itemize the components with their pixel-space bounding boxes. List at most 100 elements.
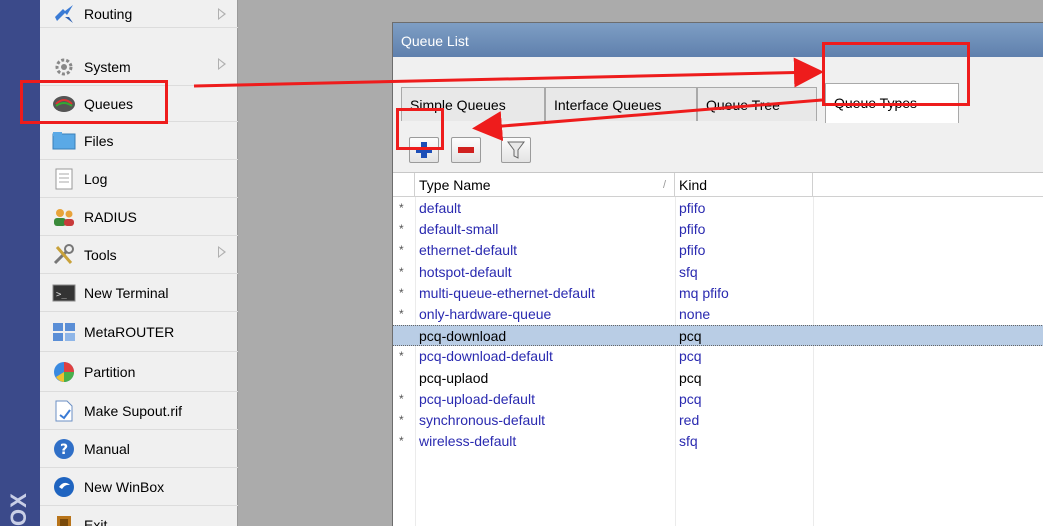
sidebar-item-label: New WinBox: [84, 478, 165, 495]
table-row[interactable]: * default pfifo: [393, 198, 1043, 219]
winbox-icon: [52, 475, 76, 499]
sidebar-item-label: Tools: [84, 246, 117, 263]
remove-button[interactable]: [451, 137, 481, 163]
sidebar-item-label: Routing: [84, 5, 133, 22]
column-header-type-name[interactable]: Type Name /: [415, 173, 675, 197]
exit-icon: [52, 513, 76, 526]
kind-cell: pcq: [679, 369, 702, 386]
help-icon: ?: [52, 437, 76, 461]
default-marker: *: [399, 264, 404, 279]
kind-cell: sfq: [679, 263, 698, 280]
table-row[interactable]: pcq-uplaod pcq: [393, 368, 1043, 389]
terminal-icon: >_: [52, 281, 76, 305]
table-row[interactable]: * synchronous-default red: [393, 410, 1043, 431]
table-row[interactable]: * pcq-upload-default pcq: [393, 389, 1043, 410]
default-marker: *: [399, 201, 404, 215]
default-marker: *: [399, 413, 404, 427]
type-name-cell: multi-queue-ethernet-default: [419, 284, 595, 301]
default-marker: *: [399, 434, 404, 449]
kind-cell: sfq: [679, 433, 698, 450]
default-marker: *: [399, 222, 404, 237]
default-marker: *: [399, 243, 404, 258]
sidebar-item-make-supout[interactable]: Make Supout.rif: [40, 392, 238, 430]
kind-cell: none: [679, 306, 711, 322]
type-name-cell: ethernet-default: [419, 242, 518, 259]
kind-cell: pfifo: [679, 200, 706, 216]
type-name-cell: pcq-download-default: [419, 348, 553, 365]
sidebar-item-label: Exit: [84, 516, 108, 526]
type-name-cell: only-hardware-queue: [419, 306, 552, 322]
kind-cell: pcq: [679, 390, 702, 407]
sidebar-item-log[interactable]: Log: [40, 160, 238, 198]
submenu-arrow-icon: [218, 246, 226, 258]
sidebar-item-label: Make Supout.rif: [84, 402, 183, 419]
highlight-box-queues: [20, 80, 168, 124]
default-marker: *: [399, 391, 404, 406]
sidebar-item-label: New Terminal: [84, 284, 169, 301]
table-header: Type Name / Kind: [393, 173, 1043, 197]
kind-cell: pcq: [679, 328, 702, 345]
file-icon: [52, 399, 76, 423]
sidebar-item-label: RADIUS: [84, 208, 137, 225]
submenu-arrow-icon: [218, 8, 226, 20]
sidebar-item-label: System: [84, 58, 131, 75]
kind-cell: pfifo: [679, 221, 706, 238]
column-header-empty: [813, 173, 1043, 197]
type-name-cell: synchronous-default: [419, 412, 546, 428]
sidebar-item-routing[interactable]: Routing: [40, 0, 238, 28]
tab-interface-queues[interactable]: Interface Queues: [545, 87, 697, 121]
column-header-kind[interactable]: Kind: [675, 173, 813, 197]
sidebar-item-manual[interactable]: ? Manual: [40, 430, 238, 468]
table-row[interactable]: * only-hardware-queue none: [393, 304, 1043, 325]
users-icon: [52, 205, 76, 229]
type-name-cell: hotspot-default: [419, 263, 512, 280]
table-row[interactable]: * pcq-download-default pcq: [393, 346, 1043, 367]
table-row[interactable]: * wireless-default sfq: [393, 431, 1043, 452]
brand-strip: OX: [0, 0, 40, 526]
highlight-box-queue-types: [822, 42, 970, 106]
sidebar-item-label: Log: [84, 170, 108, 187]
sidebar-item-metarouter[interactable]: MetaROUTER: [40, 312, 238, 352]
sort-indicator-icon: /: [662, 179, 666, 191]
sidebar-item-exit[interactable]: Exit: [40, 506, 238, 526]
svg-text:>_: >_: [56, 290, 67, 300]
sidebar-item-label: Manual: [84, 440, 130, 457]
column-header-label: Type Name: [419, 177, 491, 193]
pie-icon: [52, 360, 76, 384]
sidebar-item-new-winbox[interactable]: New WinBox: [40, 468, 238, 506]
table-row[interactable]: * multi-queue-ethernet-default mq pfifo: [393, 283, 1043, 304]
sidebar-item-files[interactable]: Files: [40, 122, 238, 160]
sidebar-item-radius[interactable]: RADIUS: [40, 198, 238, 236]
routing-icon: [52, 2, 76, 26]
log-icon: [52, 167, 76, 191]
type-name-cell: default-small: [419, 221, 499, 238]
sidebar-menu: Routing System Queues Files Log RADIUS T…: [40, 0, 238, 526]
column-header-marker: [393, 173, 415, 197]
remove-icon: [458, 147, 474, 153]
sidebar-item-label: Partition: [84, 363, 136, 380]
submenu-arrow-icon: [218, 58, 226, 70]
folder-icon: [52, 129, 76, 153]
brand-logo-text: OX: [6, 492, 31, 526]
sidebar-item-new-terminal[interactable]: >_ New Terminal: [40, 274, 238, 312]
sidebar-item-tools[interactable]: Tools: [40, 236, 238, 274]
sidebar-item-partition[interactable]: Partition: [40, 352, 238, 392]
toolbar: [393, 129, 1043, 173]
type-name-cell: pcq-download: [419, 328, 507, 345]
filter-button[interactable]: [501, 137, 531, 163]
sidebar-item-label: MetaROUTER: [84, 323, 175, 340]
table-row[interactable]: * default-small pfifo: [393, 219, 1043, 240]
metarouter-icon: [52, 320, 76, 344]
queue-types-table: Type Name / Kind * default pfifo * default-s…: [393, 173, 1043, 526]
tools-icon: [52, 243, 76, 267]
default-marker: *: [399, 285, 404, 300]
tab-queue-tree[interactable]: Queue Tree: [697, 87, 817, 121]
table-row[interactable]: * hotspot-default sfq: [393, 262, 1043, 283]
type-name-cell: pcq-upload-default: [419, 390, 535, 407]
gear-icon: [52, 55, 76, 79]
table-row[interactable]: pcq-download pcq: [393, 325, 1043, 347]
kind-cell: red: [679, 412, 700, 428]
type-name-cell: default: [419, 200, 462, 216]
kind-cell: pcq: [679, 348, 702, 365]
table-row[interactable]: * ethernet-default pfifo: [393, 240, 1043, 261]
